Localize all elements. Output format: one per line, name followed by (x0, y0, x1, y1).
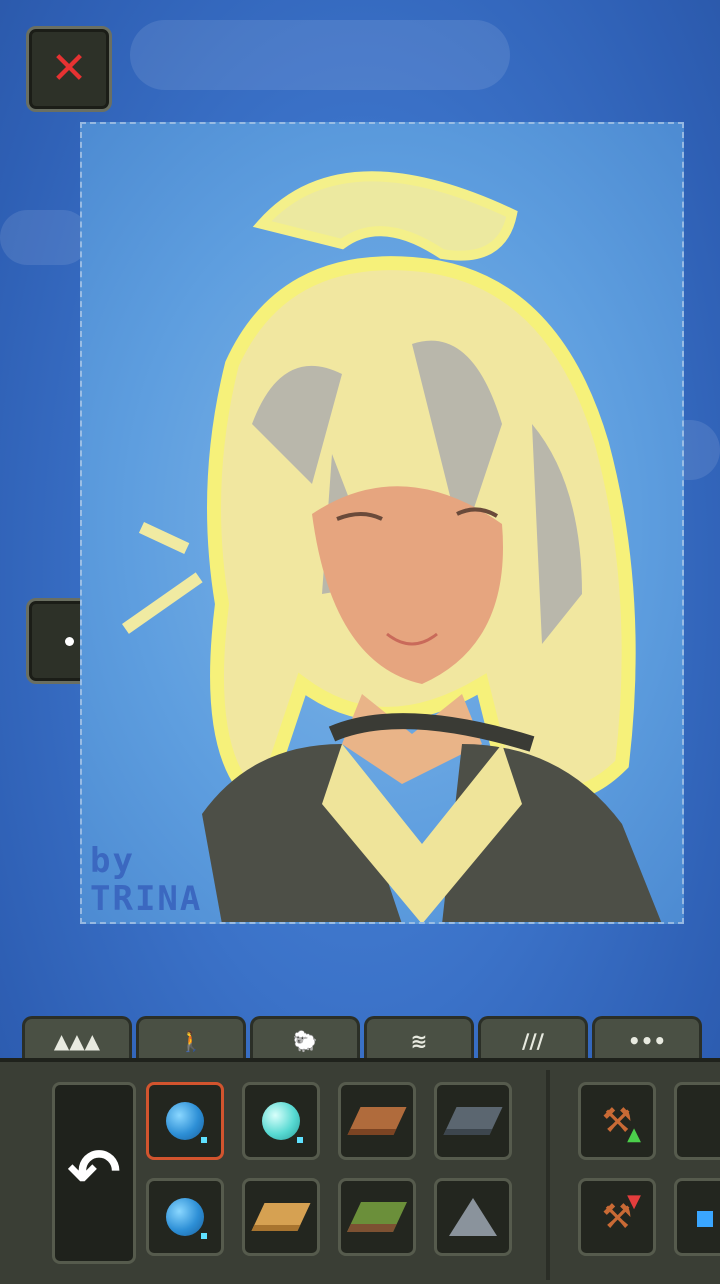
mountain-tile[interactable] (434, 1178, 512, 1256)
deep-water-tile[interactable] (146, 1082, 224, 1160)
disasters-tab[interactable]: ≋ (364, 1016, 474, 1063)
person-icon: 🚶 (178, 1029, 204, 1053)
extra-tool-top[interactable] (674, 1082, 720, 1160)
tools-tab[interactable]: ∕∕∕ (478, 1016, 588, 1063)
soil-slab-icon (347, 1107, 407, 1135)
raise-terrain-tool[interactable]: ⚒ ▲ (578, 1082, 656, 1160)
cloud (0, 210, 90, 265)
stone-tile[interactable] (434, 1082, 512, 1160)
toolbar-divider (546, 1070, 550, 1280)
cloud (130, 20, 510, 90)
mountain-icon (449, 1198, 497, 1236)
more-tab[interactable]: ••• (592, 1016, 702, 1063)
sand-slab-icon (251, 1203, 311, 1231)
shallow-water-orb-icon (262, 1102, 300, 1140)
water-orb-tile[interactable] (146, 1178, 224, 1256)
signature-line-name: TRINA (90, 879, 203, 919)
lower-terrain-tool[interactable]: ⚒ ▼ (578, 1178, 656, 1256)
grass-tile[interactable] (338, 1178, 416, 1256)
close-button[interactable]: ✕ (26, 26, 112, 112)
brushes-icon: ∕∕∕ (522, 1029, 544, 1053)
mountains-icon: ▲▲▲ (53, 1029, 101, 1053)
extra-tool-bottom[interactable] (674, 1178, 720, 1256)
creatures-tab[interactable]: 🚶 (136, 1016, 246, 1063)
sand-tile[interactable] (242, 1178, 320, 1256)
undo-icon: ↶ (67, 1136, 121, 1210)
sparkle-icon (697, 1211, 713, 1227)
sparkle-icon (201, 1137, 207, 1143)
grass-slab-icon (347, 1202, 407, 1232)
category-tabs: ▲▲▲ 🚶 🐑 ≋ ∕∕∕ ••• (0, 1014, 720, 1064)
close-icon: ✕ (50, 43, 88, 94)
stone-slab-icon (443, 1107, 503, 1135)
terrain-tab[interactable]: ▲▲▲ (22, 1016, 132, 1063)
tool-palette: ↶ ⚒ ▲ ⚒ ▼ (0, 1058, 720, 1284)
undo-button[interactable]: ↶ (52, 1082, 136, 1264)
dot-icon (64, 636, 74, 646)
sparkle-icon (201, 1233, 207, 1239)
arrow-down-icon: ▼ (627, 1191, 641, 1212)
shallow-water-tile[interactable] (242, 1082, 320, 1160)
sheep-icon: 🐑 (292, 1029, 318, 1053)
animals-tab[interactable]: 🐑 (250, 1016, 360, 1063)
soil-tile[interactable] (338, 1082, 416, 1160)
artwork-canvas[interactable]: by TRINA (80, 122, 684, 924)
more-icon: ••• (627, 1029, 667, 1053)
artwork-image (122, 171, 662, 922)
sparkle-icon (297, 1137, 303, 1143)
arrow-up-icon: ▲ (627, 1124, 641, 1145)
storm-icon: ≋ (410, 1029, 428, 1053)
signature-line-by: by (90, 841, 135, 881)
artist-signature: by TRINA (90, 842, 202, 918)
deep-water-orb-icon (166, 1102, 204, 1140)
water-orb-icon (166, 1198, 204, 1236)
